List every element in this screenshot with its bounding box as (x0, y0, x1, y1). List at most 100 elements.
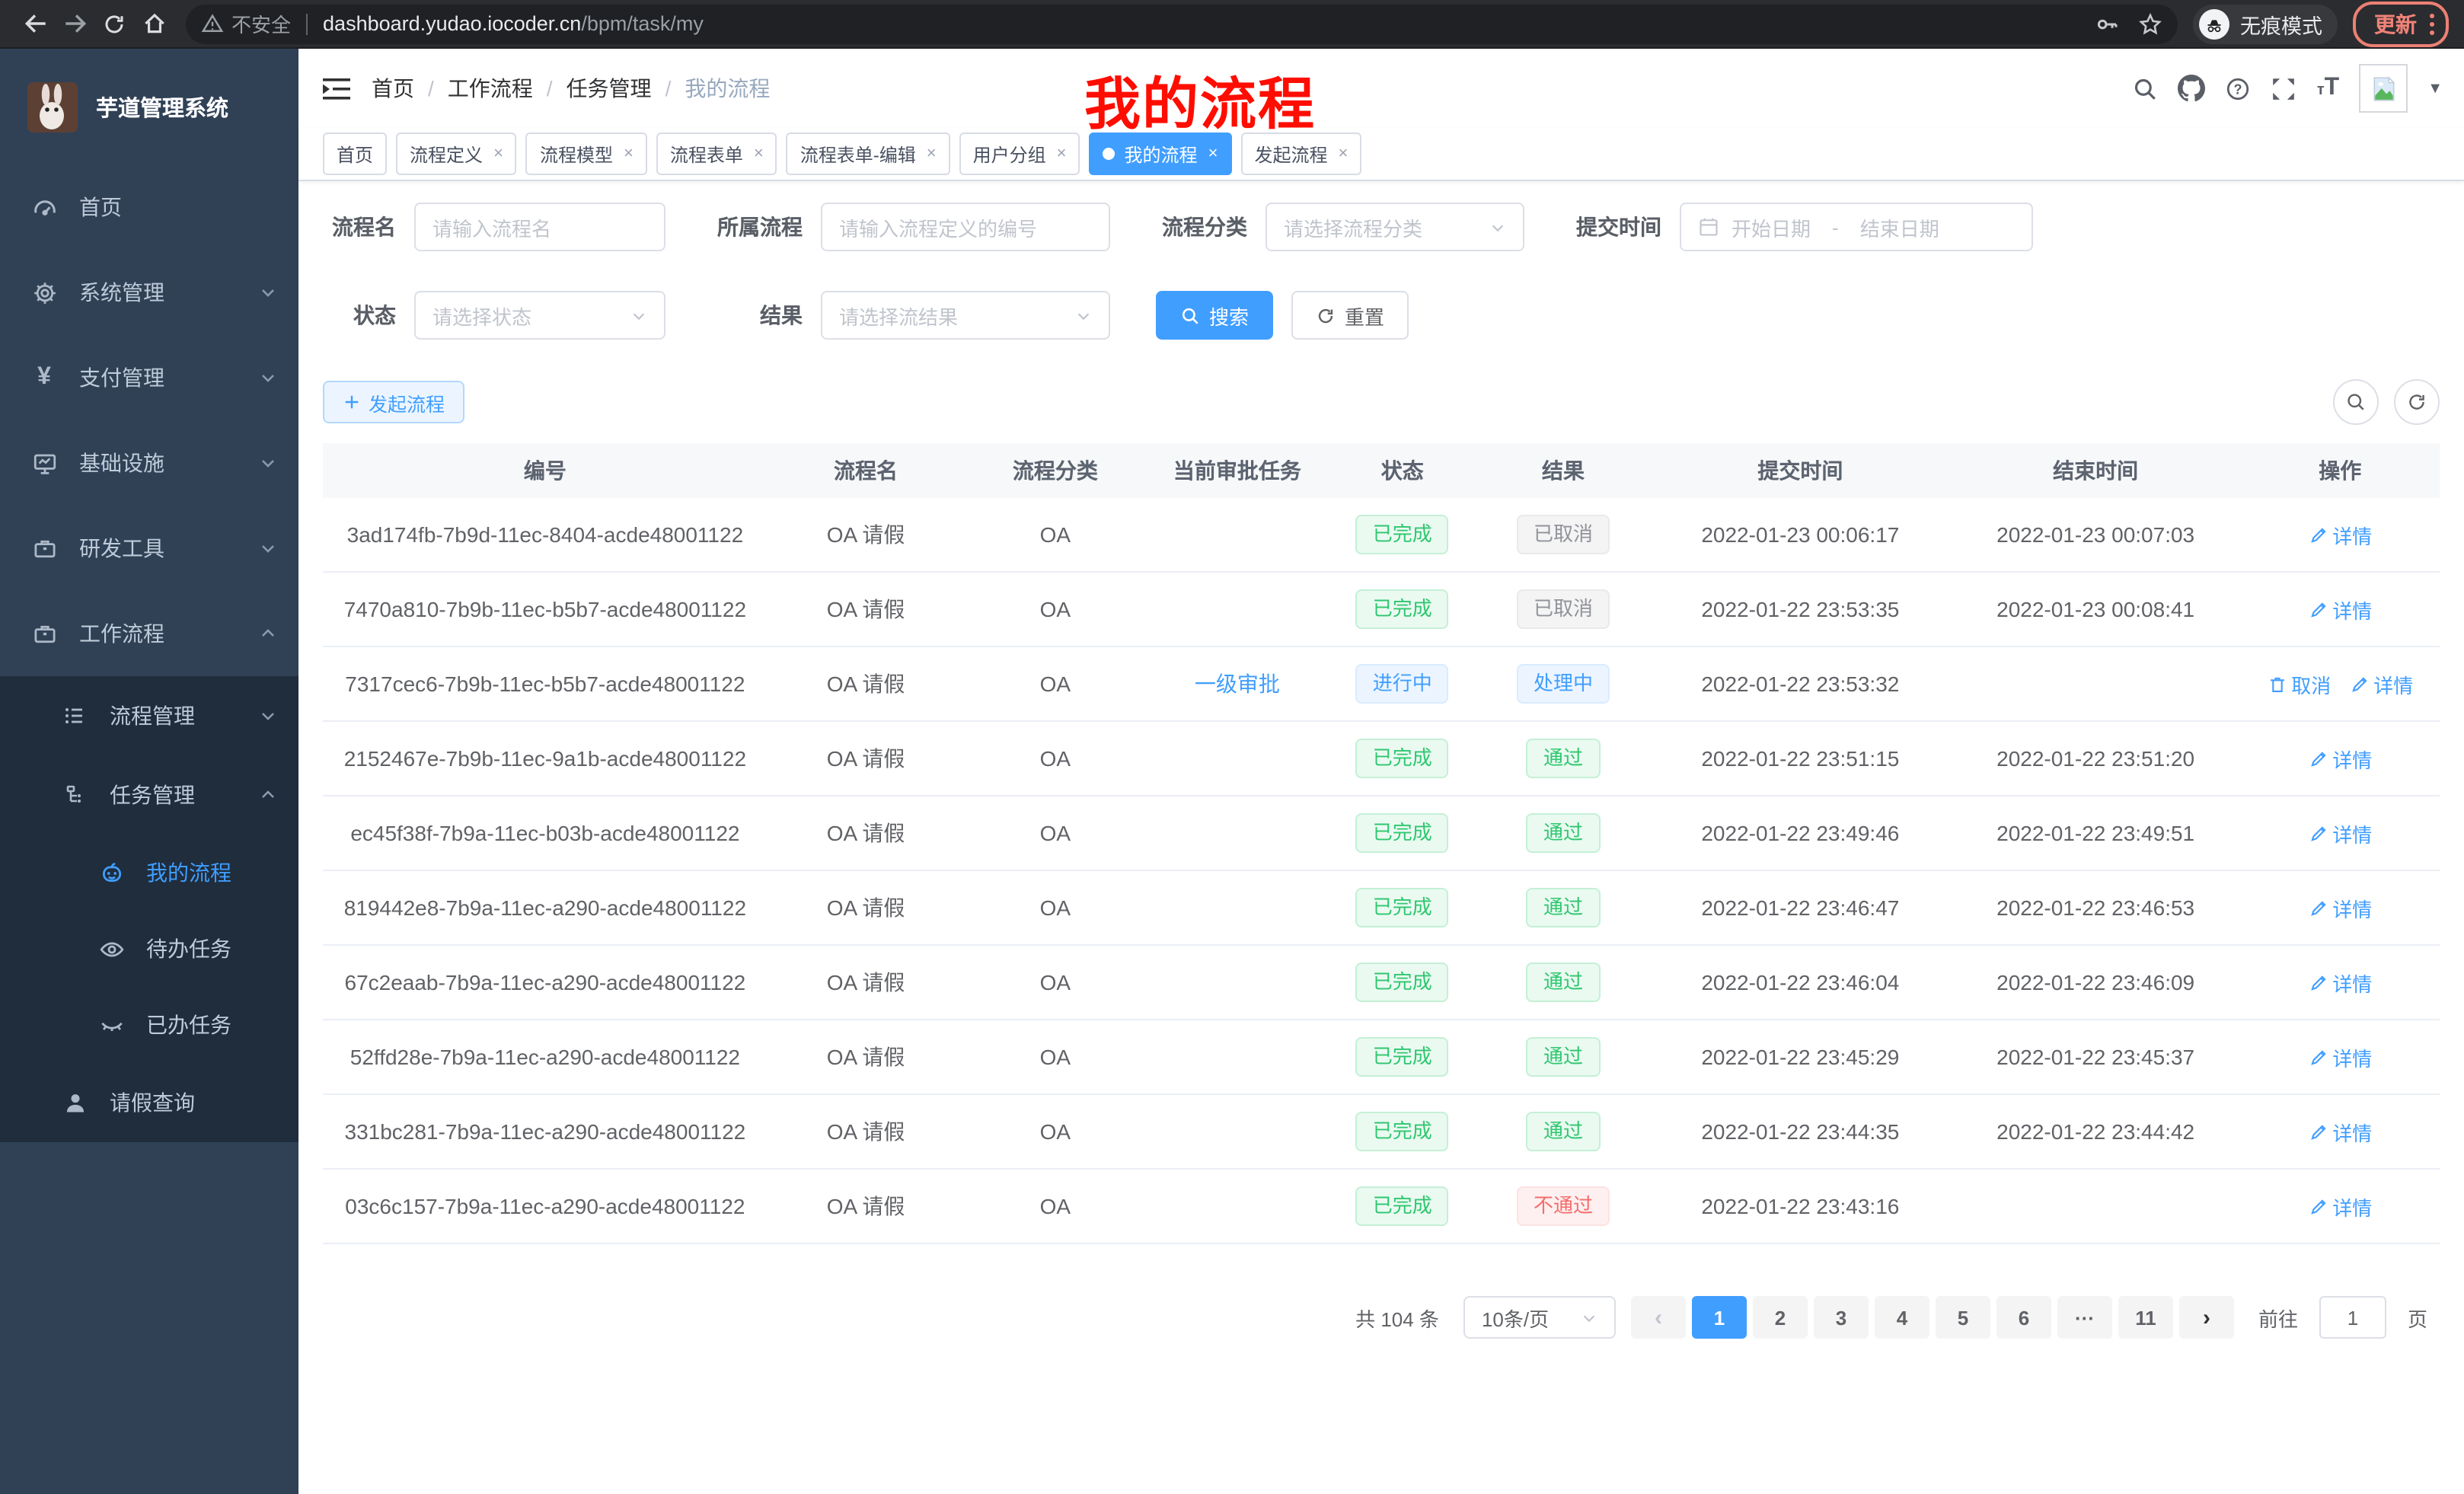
category-select[interactable]: 请选择流程分类 (1266, 203, 1524, 251)
monitor-icon (30, 449, 58, 477)
sidebar-item-infrastructure[interactable]: 基础设施 (0, 420, 298, 506)
show-search-toggle-icon[interactable] (2333, 379, 2379, 425)
key-icon[interactable] (2095, 11, 2120, 36)
cell-end-time (1951, 1169, 2241, 1243)
sidebar-item-home[interactable]: 首页 (0, 164, 298, 250)
view-tab[interactable]: 首页 × (323, 132, 387, 175)
sidebar-item-task-management[interactable]: 任务管理 (0, 755, 298, 835)
page-number-button[interactable]: 5 (1936, 1296, 1990, 1339)
view-tab[interactable]: 流程表单 × (656, 132, 777, 175)
close-icon[interactable]: × (624, 145, 634, 163)
breadcrumb-task-management[interactable]: 任务管理 (567, 73, 652, 104)
sidebar-item-devtools[interactable]: 研发工具 (0, 506, 298, 591)
result-select[interactable]: 请选择流结果 (821, 291, 1110, 340)
process-name-input[interactable]: 请输入流程名 (414, 203, 665, 251)
page-number-button[interactable]: 11 (2118, 1296, 2173, 1339)
close-icon[interactable]: × (493, 145, 503, 163)
view-tab[interactable]: 发起流程 × (1240, 132, 1361, 175)
forward-icon[interactable] (55, 4, 94, 43)
search-button[interactable]: 搜索 (1156, 291, 1273, 340)
view-tab[interactable]: 流程表单-编辑 × (787, 132, 950, 175)
sidebar-item-system[interactable]: 系统管理 (0, 250, 298, 335)
cell-id: 7470a810-7b9b-11ec-b5b7-acde48001122 (323, 572, 768, 646)
row-action-link[interactable]: 详情 (2308, 744, 2372, 773)
bookmark-star-icon[interactable] (2138, 11, 2162, 36)
table-header-row: 编号 流程名 流程分类 当前审批任务 状态 结果 提交时间 结束时间 操作 (323, 443, 2440, 498)
view-tab[interactable]: 我的流程 × (1090, 132, 1232, 175)
security-warning[interactable]: 不安全 (201, 9, 291, 38)
update-button[interactable]: 更新 (2353, 1, 2449, 46)
refresh-table-icon[interactable] (2394, 379, 2440, 425)
breadcrumb-workflow[interactable]: 工作流程 (448, 73, 533, 104)
sidebar-item-my-process[interactable]: 我的流程 (0, 835, 298, 911)
row-action-link[interactable]: 详情 (2308, 595, 2372, 624)
sidebar-item-leave-query[interactable]: 请假查询 (0, 1063, 298, 1142)
reload-icon[interactable] (94, 4, 134, 43)
sidebar-item-done-tasks[interactable]: 已办任务 (0, 987, 298, 1063)
url-bar[interactable]: 不安全 dashboard.yudao.iocoder.cn/bpm/task/… (186, 4, 2178, 43)
close-icon[interactable]: × (927, 145, 937, 163)
row-action-link[interactable]: 取消 (2267, 669, 2331, 698)
page-number-button[interactable]: 3 (1814, 1296, 1869, 1339)
cell-submit-time: 2022-01-22 23:46:04 (1650, 945, 1951, 1020)
row-action-link[interactable]: 详情 (2308, 520, 2372, 549)
row-action-link[interactable]: 详情 (2308, 1192, 2372, 1221)
breadcrumb-home[interactable]: 首页 (372, 73, 414, 104)
chevron-down-icon (630, 307, 647, 324)
status-badge: 已完成 (1356, 888, 1449, 927)
help-icon[interactable]: ? (2226, 75, 2252, 101)
refresh-icon (1316, 305, 1336, 325)
process-definition-input[interactable]: 请输入流程定义的编号 (821, 203, 1110, 251)
current-task-link[interactable]: 一级审批 (1195, 672, 1280, 696)
omnibox-divider (306, 13, 308, 34)
row-action-link[interactable]: 详情 (2308, 893, 2372, 922)
row-action-link[interactable]: 详情 (2308, 968, 2372, 997)
next-page-button[interactable]: › (2179, 1296, 2234, 1339)
reset-button[interactable]: 重置 (1291, 291, 1409, 340)
sidebar-item-todo-tasks[interactable]: 待办任务 (0, 911, 298, 987)
back-icon[interactable] (15, 4, 55, 43)
page-number-button[interactable]: 2 (1753, 1296, 1808, 1339)
cell-submit-time: 2022-01-22 23:51:15 (1650, 721, 1951, 796)
start-process-button[interactable]: 发起流程 (323, 381, 464, 423)
page-number-button[interactable]: 4 (1875, 1296, 1929, 1339)
page-number-button[interactable]: 6 (1996, 1296, 2051, 1339)
chevron-down-icon (1075, 307, 1092, 324)
date-range-picker[interactable]: 开始日期 - 结束日期 (1680, 203, 2033, 251)
sidebar-item-payment[interactable]: ¥ 支付管理 (0, 335, 298, 420)
list-icon (61, 702, 88, 729)
font-size-icon[interactable]: тT (2317, 75, 2339, 102)
home-icon[interactable] (134, 4, 174, 43)
sidebar-item-workflow[interactable]: 工作流程 (0, 591, 298, 676)
view-tab[interactable]: 用户分组 × (959, 132, 1080, 175)
github-icon[interactable] (2178, 75, 2206, 102)
row-action-link[interactable]: 详情 (2308, 819, 2372, 848)
avatar[interactable] (2359, 64, 2408, 113)
table-row: ec45f38f-7b9a-11ec-b03b-acde48001122 OA … (323, 796, 2440, 870)
view-tab[interactable]: 流程定义 × (396, 132, 517, 175)
cell-category: OA (964, 498, 1146, 572)
close-icon[interactable]: × (1057, 145, 1067, 163)
close-icon[interactable]: × (1208, 145, 1218, 163)
page-number-button[interactable]: ··· (2057, 1296, 2112, 1339)
chevron-down-icon[interactable]: ▼ (2427, 80, 2443, 97)
page-size-select[interactable]: 10条/页 (1463, 1296, 1616, 1339)
close-icon[interactable]: × (1338, 145, 1348, 163)
row-action-link[interactable]: 详情 (2349, 669, 2413, 698)
status-select[interactable]: 请选择状态 (414, 291, 665, 340)
view-tab[interactable]: 流程模型 × (526, 132, 647, 175)
fullscreen-icon[interactable] (2271, 75, 2297, 101)
column-header-result: 结果 (1476, 443, 1650, 498)
close-icon[interactable]: × (754, 145, 764, 163)
row-action-link[interactable]: 详情 (2308, 1042, 2372, 1071)
sidebar-collapse-icon[interactable] (323, 77, 350, 100)
sidebar-item-process-management[interactable]: 流程管理 (0, 676, 298, 755)
prev-page-button[interactable]: ‹ (1631, 1296, 1686, 1339)
cell-id: ec45f38f-7b9a-11ec-b03b-acde48001122 (323, 796, 768, 870)
jump-page-input[interactable] (2319, 1296, 2386, 1339)
search-icon[interactable] (2133, 75, 2159, 101)
row-action-link[interactable]: 详情 (2308, 1117, 2372, 1146)
column-header-category: 流程分类 (964, 443, 1146, 498)
page-number-button[interactable]: 1 (1692, 1296, 1747, 1339)
kebab-menu-icon[interactable] (2429, 11, 2435, 36)
